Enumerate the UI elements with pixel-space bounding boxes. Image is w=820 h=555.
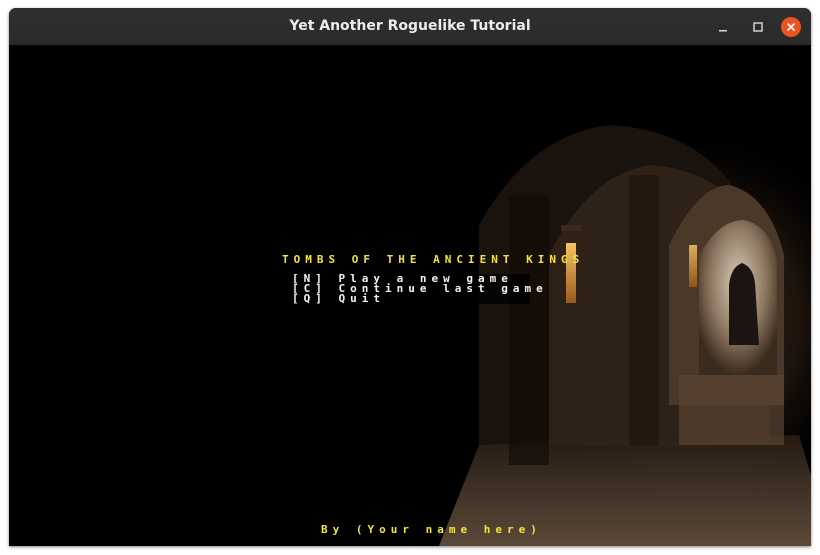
title-bar[interactable]: Yet Another Roguelike Tutorial	[9, 8, 811, 46]
game-viewport[interactable]: TOMBS OF THE ANCIENT KINGS [N] Play a ne…	[9, 45, 811, 546]
minimize-button[interactable]	[712, 16, 734, 38]
close-icon	[786, 22, 796, 32]
maximize-icon	[753, 22, 763, 32]
window-title: Yet Another Roguelike Tutorial	[289, 18, 531, 34]
close-button[interactable]	[781, 17, 801, 37]
game-title: TOMBS OF THE ANCIENT KINGS	[282, 253, 585, 266]
menu-item-quit[interactable]: [Q] Quit	[292, 293, 385, 304]
author-credit: By (Your name here)	[321, 523, 542, 536]
main-menu: [N] Play a new game [C] Continue last ga…	[283, 273, 543, 304]
app-window: Yet Another Roguelike Tutorial TOMBS OF …	[9, 8, 811, 546]
minimize-icon	[719, 30, 727, 32]
maximize-button[interactable]	[747, 16, 769, 38]
